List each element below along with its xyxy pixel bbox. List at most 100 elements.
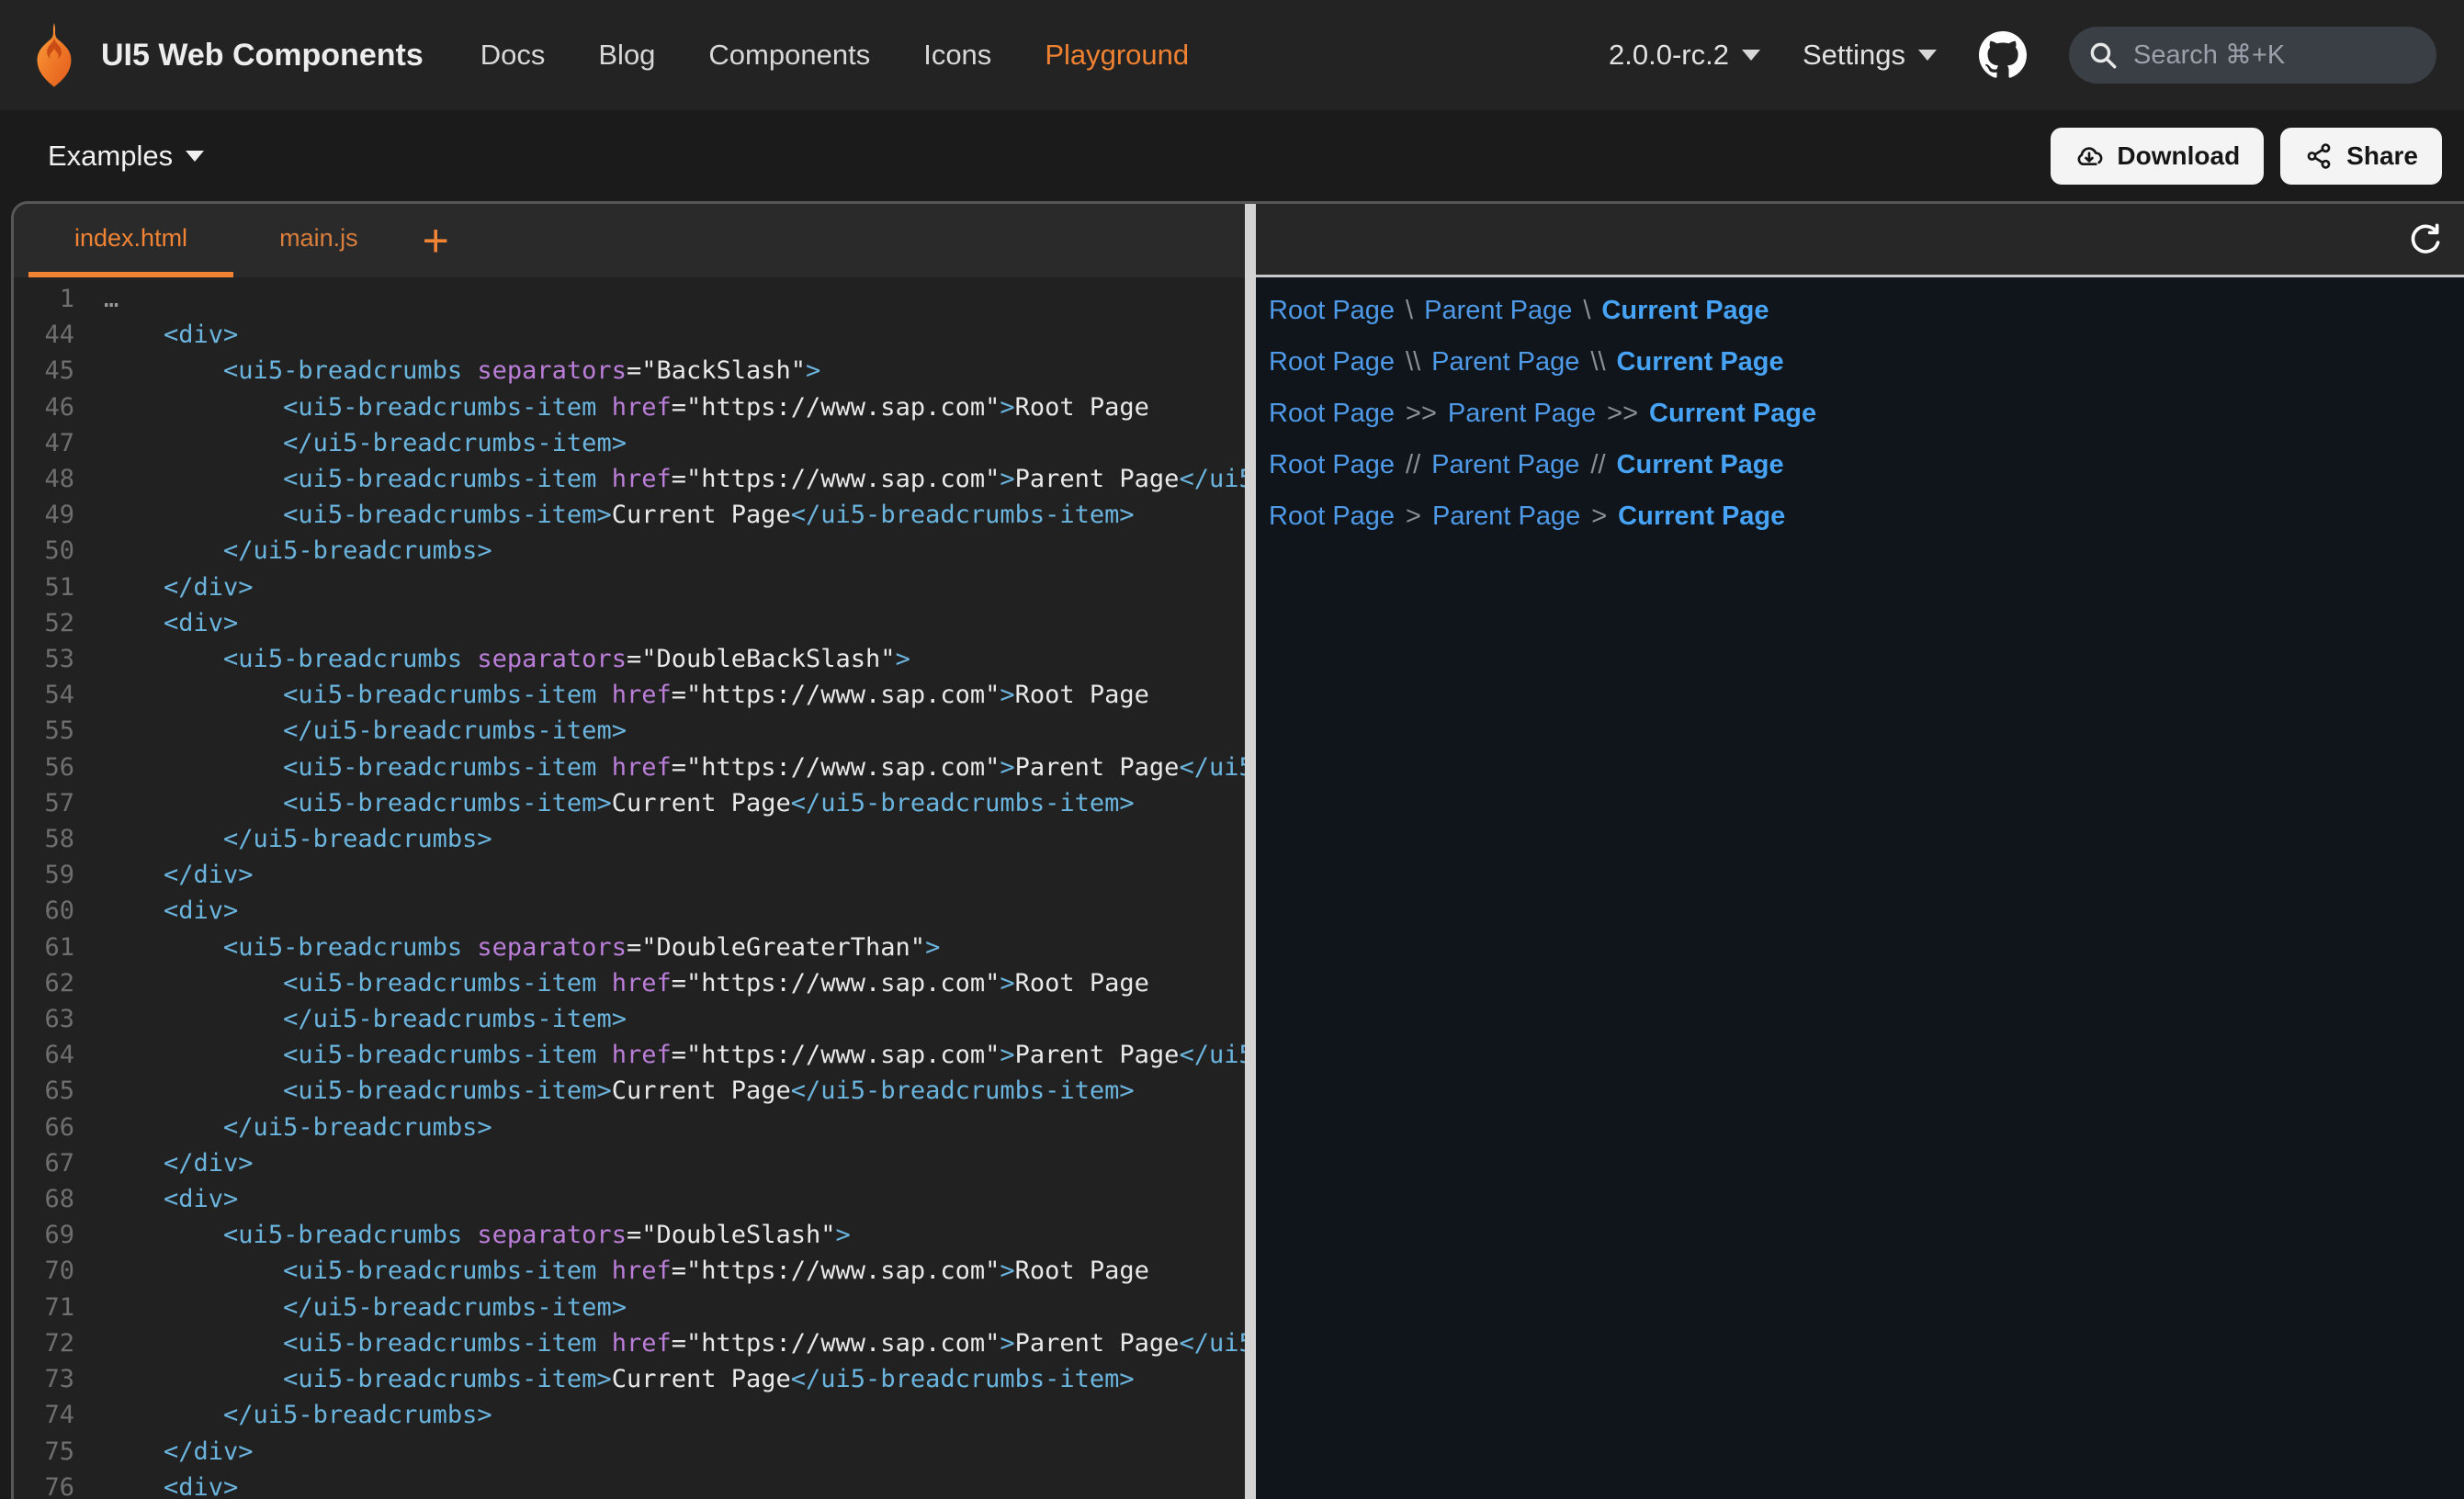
code-text: <ui5-breadcrumbs-item href="https://www.… — [87, 750, 1245, 785]
line-number: 55 — [14, 713, 87, 749]
code-line[interactable]: 60 <div> — [14, 893, 1245, 929]
search-input[interactable] — [2131, 39, 2418, 72]
code-line[interactable]: 44 <div> — [14, 317, 1245, 353]
download-button[interactable]: Download — [2051, 128, 2264, 185]
tab-index-html[interactable]: index.html — [28, 204, 233, 277]
nav-item-components[interactable]: Components — [708, 39, 870, 72]
code-text: </div> — [87, 857, 254, 893]
breadcrumb-current: Current Page — [1618, 502, 1785, 531]
breadcrumb-link[interactable]: Root Page — [1269, 399, 1395, 428]
breadcrumb-row: Root Page\\Parent Page\\Current Page — [1269, 344, 2451, 380]
line-number: 65 — [14, 1073, 87, 1109]
line-number: 54 — [14, 677, 87, 713]
ui5-phoenix-logo-icon[interactable] — [28, 21, 81, 89]
code-line[interactable]: 47 </ui5-breadcrumbs-item> — [14, 425, 1245, 461]
code-line[interactable]: 65 <ui5-breadcrumbs-item>Current Page</u… — [14, 1073, 1245, 1109]
chevron-down-icon — [186, 151, 204, 162]
code-text: <div> — [87, 605, 238, 641]
split-drag-handle[interactable] — [1245, 204, 1256, 1499]
code-editor: index.htmlmain.js+ 1…44 <div>45 <ui5-bre… — [14, 204, 1245, 1499]
code-line[interactable]: 71 </ui5-breadcrumbs-item> — [14, 1290, 1245, 1325]
code-line[interactable]: 66 </ui5-breadcrumbs> — [14, 1110, 1245, 1145]
brand-title: UI5 Web Components — [101, 38, 424, 73]
code-line[interactable]: 1… — [14, 281, 1245, 317]
line-number: 46 — [14, 389, 87, 425]
nav-item-docs[interactable]: Docs — [480, 39, 546, 72]
code-line[interactable]: 50 </ui5-breadcrumbs> — [14, 533, 1245, 569]
code-line[interactable]: 73 <ui5-breadcrumbs-item>Current Page</u… — [14, 1361, 1245, 1397]
breadcrumb-link[interactable]: Root Page — [1269, 347, 1395, 377]
breadcrumb-link[interactable]: Root Page — [1269, 296, 1395, 325]
code-line[interactable]: 45 <ui5-breadcrumbs separators="BackSlas… — [14, 353, 1245, 389]
code-line[interactable]: 67 </div> — [14, 1145, 1245, 1181]
add-tab-button[interactable]: + — [417, 217, 455, 265]
code-line[interactable]: 57 <ui5-breadcrumbs-item>Current Page</u… — [14, 785, 1245, 821]
main-nav: Docs Blog Components Icons Playground — [480, 39, 1189, 72]
breadcrumb-separator: \ — [1583, 296, 1590, 325]
code-line[interactable]: 56 <ui5-breadcrumbs-item href="https://w… — [14, 750, 1245, 785]
code-line[interactable]: 61 <ui5-breadcrumbs separators="DoubleGr… — [14, 930, 1245, 965]
breadcrumb-link[interactable]: Root Page — [1269, 450, 1395, 479]
code-text: <ui5-breadcrumbs-item href="https://www.… — [87, 965, 1149, 1001]
breadcrumb-row: Root Page//Parent Page//Current Page — [1269, 446, 2451, 483]
breadcrumb-link[interactable]: Root Page — [1269, 502, 1395, 531]
code-text: </ui5-breadcrumbs> — [87, 1397, 492, 1433]
tab-main-js[interactable]: main.js — [233, 204, 404, 277]
line-number: 44 — [14, 317, 87, 353]
breadcrumb-link[interactable]: Parent Page — [1448, 399, 1596, 428]
breadcrumb-current: Current Page — [1649, 399, 1816, 428]
code-line[interactable]: 51 </div> — [14, 569, 1245, 605]
code-line[interactable]: 55 </ui5-breadcrumbs-item> — [14, 713, 1245, 749]
breadcrumb-link[interactable]: Parent Page — [1431, 347, 1579, 377]
code-text: </ui5-breadcrumbs-item> — [87, 425, 627, 461]
breadcrumb-row: Root Page\Parent Page\Current Page — [1269, 292, 2451, 329]
breadcrumb-current: Current Page — [1617, 347, 1784, 377]
code-line[interactable]: 74 </ui5-breadcrumbs> — [14, 1397, 1245, 1433]
code-line[interactable]: 53 <ui5-breadcrumbs separators="DoubleBa… — [14, 641, 1245, 677]
line-number: 59 — [14, 857, 87, 893]
code-line[interactable]: 75 </div> — [14, 1434, 1245, 1470]
code-text: <ui5-breadcrumbs-item>Current Page</ui5-… — [87, 785, 1135, 821]
share-button[interactable]: Share — [2280, 128, 2442, 185]
refresh-button[interactable] — [2407, 221, 2444, 258]
breadcrumb-link[interactable]: Parent Page — [1424, 296, 1572, 325]
code-line[interactable]: 70 <ui5-breadcrumbs-item href="https://w… — [14, 1253, 1245, 1289]
code-line[interactable]: 64 <ui5-breadcrumbs-item href="https://w… — [14, 1037, 1245, 1073]
code-area[interactable]: 1…44 <div>45 <ui5-breadcrumbs separators… — [14, 277, 1245, 1499]
breadcrumb-link[interactable]: Parent Page — [1432, 502, 1580, 531]
code-line[interactable]: 76 <div> — [14, 1470, 1245, 1499]
code-text: <ui5-breadcrumbs separators="DoubleSlash… — [87, 1217, 851, 1253]
code-line[interactable]: 62 <ui5-breadcrumbs-item href="https://w… — [14, 965, 1245, 1001]
code-line[interactable]: 49 <ui5-breadcrumbs-item>Current Page</u… — [14, 497, 1245, 533]
top-header: UI5 Web Components Docs Blog Components Ico… — [0, 0, 2464, 110]
code-line[interactable]: 63 </ui5-breadcrumbs-item> — [14, 1001, 1245, 1037]
code-line[interactable]: 58 </ui5-breadcrumbs> — [14, 821, 1245, 857]
code-line[interactable]: 48 <ui5-breadcrumbs-item href="https://w… — [14, 461, 1245, 497]
line-number: 73 — [14, 1361, 87, 1397]
code-line[interactable]: 52 <div> — [14, 605, 1245, 641]
line-number: 53 — [14, 641, 87, 677]
version-dropdown[interactable]: 2.0.0-rc.2 — [1609, 39, 1760, 72]
code-text: <ui5-breadcrumbs-item>Current Page</ui5-… — [87, 1073, 1135, 1109]
code-line[interactable]: 69 <ui5-breadcrumbs separators="DoubleSl… — [14, 1217, 1245, 1253]
code-line[interactable]: 59 </div> — [14, 857, 1245, 893]
line-number: 75 — [14, 1434, 87, 1470]
nav-item-icons[interactable]: Icons — [923, 39, 991, 72]
examples-dropdown[interactable]: Examples — [48, 140, 204, 173]
breadcrumb-separator: > — [1591, 502, 1607, 531]
line-number: 71 — [14, 1290, 87, 1325]
code-line[interactable]: 54 <ui5-breadcrumbs-item href="https://w… — [14, 677, 1245, 713]
code-line[interactable]: 72 <ui5-breadcrumbs-item href="https://w… — [14, 1325, 1245, 1361]
nav-item-blog[interactable]: Blog — [598, 39, 655, 72]
line-number: 52 — [14, 605, 87, 641]
code-line[interactable]: 68 <div> — [14, 1181, 1245, 1217]
code-line[interactable]: 46 <ui5-breadcrumbs-item href="https://w… — [14, 389, 1245, 425]
chevron-down-icon — [1918, 50, 1937, 61]
github-icon[interactable] — [1979, 31, 2027, 79]
line-number: 60 — [14, 893, 87, 929]
breadcrumb-link[interactable]: Parent Page — [1431, 450, 1579, 479]
nav-item-playground[interactable]: Playground — [1045, 39, 1189, 72]
code-text: <ui5-breadcrumbs-item>Current Page</ui5-… — [87, 497, 1135, 533]
settings-dropdown[interactable]: Settings — [1803, 39, 1937, 72]
line-number: 50 — [14, 533, 87, 569]
